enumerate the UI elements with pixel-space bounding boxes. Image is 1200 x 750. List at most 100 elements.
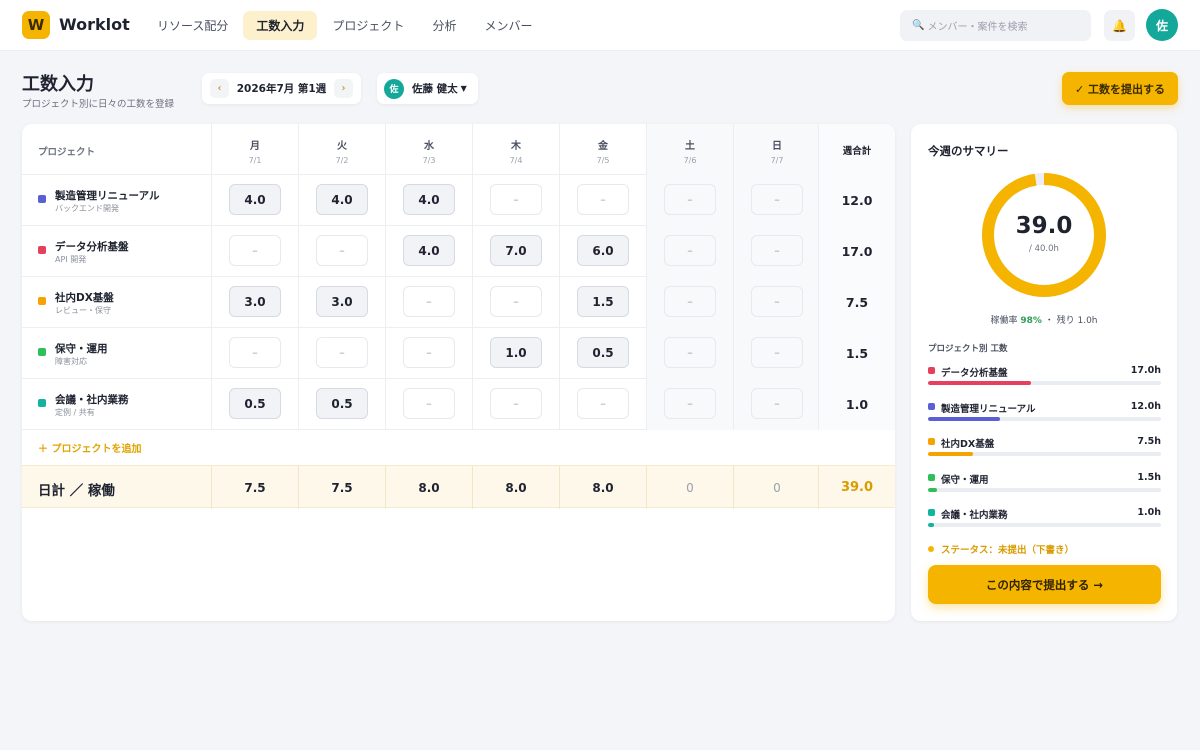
hours-cell: 0.5 [298, 379, 385, 430]
remaining-hours: ・ 残り 1.0h [1041, 316, 1098, 326]
hours-cell: – [646, 277, 733, 328]
project-hours-bar [928, 416, 1161, 421]
nav-item-members[interactable]: メンバー [471, 11, 545, 40]
hours-input[interactable]: 4.0 [403, 184, 455, 215]
day-date: 7/3 [422, 156, 436, 165]
hours-input[interactable]: 0.5 [316, 388, 368, 419]
hours-cell: – [733, 328, 820, 379]
daily-total-row: 日計 ／ 稼働 7.5 7.5 8.0 8.0 8.0 0 0 39.0 [22, 465, 895, 509]
nav-item-analytics[interactable]: 分析 [419, 11, 469, 40]
user-name: 佐藤 健太 [412, 83, 458, 95]
submit-hours-button[interactable]: ✓ 工数を提出する [1062, 72, 1178, 105]
hours-input[interactable]: – [664, 388, 716, 419]
day-date: 7/5 [596, 156, 610, 165]
daily-total-cell: 0 [733, 466, 820, 509]
project-color-dot [928, 473, 935, 481]
total-hours-value: 39.0 [1015, 213, 1073, 239]
hours-input[interactable]: 3.0 [316, 286, 368, 317]
hours-cell: 7.0 [472, 226, 559, 277]
day-header: 日 7/7 [733, 124, 820, 175]
hours-input[interactable]: – [664, 286, 716, 317]
hours-input[interactable]: – [403, 286, 455, 317]
nav-item-resource[interactable]: リソース配分 [144, 11, 241, 40]
project-hours-bar-fill [928, 381, 1031, 385]
project-task: API 開発 [55, 255, 87, 264]
hours-input[interactable]: 4.0 [229, 184, 281, 215]
prev-week-button[interactable]: ‹ [210, 79, 229, 98]
week-label: 2026年7月 第1週 [236, 83, 327, 95]
hours-input[interactable]: – [403, 337, 455, 368]
main-nav: リソース配分 工数入力 プロジェクト 分析 メンバー [144, 11, 545, 40]
submit-content-button[interactable]: この内容で提出する → [928, 565, 1161, 604]
bell-icon[interactable]: 🔔 [1104, 10, 1135, 41]
search-input[interactable]: 🔍 メンバー・案件を検索 [900, 10, 1091, 41]
project-task: バックエンド開発 [55, 204, 119, 213]
project-task: レビュー・保守 [55, 306, 111, 315]
hours-input[interactable]: – [316, 337, 368, 368]
top-navbar: W Worklot リソース配分 工数入力 プロジェクト 分析 メンバー 🔍 メ… [0, 0, 1200, 51]
hours-input[interactable]: 4.0 [316, 184, 368, 215]
nav-item-projects[interactable]: プロジェクト [319, 11, 417, 40]
hours-cell: – [385, 328, 472, 379]
hours-input[interactable]: – [751, 184, 803, 215]
table-row: 会議・社内業務 定例 / 共有 0.5 0.5– – – – –1.0 [22, 379, 895, 430]
project-color-dot [38, 348, 46, 356]
status-dot-icon [928, 546, 934, 552]
hours-input[interactable]: – [577, 184, 629, 215]
project-name[interactable]: 保守・運用 [55, 341, 108, 356]
hours-input[interactable]: – [664, 235, 716, 266]
project-name[interactable]: 会議・社内業務 [55, 392, 129, 407]
hours-input[interactable]: – [403, 388, 455, 419]
day-date: 7/7 [770, 156, 784, 165]
project-color-dot [928, 402, 935, 410]
hours-input[interactable]: 1.5 [577, 286, 629, 317]
project-name[interactable]: 社内DX基盤 [55, 290, 114, 305]
row-weekly-total: 17.0 [818, 226, 895, 277]
hours-input[interactable]: – [490, 286, 542, 317]
hours-input[interactable]: 1.0 [490, 337, 542, 368]
day-name: 日 [772, 141, 782, 152]
summary-title: 今週のサマリー [928, 144, 1009, 158]
hours-input[interactable]: 6.0 [577, 235, 629, 266]
hours-cell: – [559, 175, 646, 226]
hours-input[interactable]: – [577, 388, 629, 419]
page-title: 工数入力 [22, 74, 94, 95]
app-name[interactable]: Worklot [59, 15, 130, 34]
daily-total-cell: 8.0 [385, 466, 472, 509]
next-week-button[interactable]: › [334, 79, 353, 98]
project-name[interactable]: 製造管理リニューアル [55, 188, 159, 203]
by-project-label: プロジェクト別 工数 [928, 344, 1008, 354]
project-summary-hours: 17.0h [1130, 365, 1161, 376]
hours-input[interactable]: 4.0 [403, 235, 455, 266]
app-logo-icon[interactable]: W [22, 11, 50, 39]
chevron-down-icon: ▼ [460, 84, 467, 93]
project-hours-bar [928, 381, 1161, 385]
nav-item-timesheet[interactable]: 工数入力 [243, 11, 318, 40]
hours-input[interactable]: – [229, 235, 281, 266]
add-project-button[interactable]: ＋ プロジェクトを追加 [38, 440, 141, 455]
hours-input[interactable]: – [490, 184, 542, 215]
hours-input[interactable]: – [751, 388, 803, 419]
hours-cell: 0.5 [211, 379, 298, 430]
hours-input[interactable]: – [664, 337, 716, 368]
user-dropdown[interactable]: 佐 佐藤 健太 ▼ [377, 73, 478, 104]
grand-total: 39.0 [818, 466, 895, 509]
project-summary-item: 保守・運用 1.5h [928, 472, 1161, 498]
project-name[interactable]: データ分析基盤 [55, 239, 129, 254]
hours-input[interactable]: 3.0 [229, 286, 281, 317]
hours-input[interactable]: 7.0 [490, 235, 542, 266]
hours-input[interactable]: – [751, 337, 803, 368]
hours-input[interactable]: – [316, 235, 368, 266]
project-hours-bar-fill [928, 416, 1001, 421]
user-avatar[interactable]: 佐 [1146, 9, 1178, 41]
daily-total-cell: 7.5 [298, 466, 385, 509]
hours-cell: – [733, 226, 820, 277]
hours-input[interactable]: – [229, 337, 281, 368]
hours-input[interactable]: 0.5 [577, 337, 629, 368]
hours-input[interactable]: 0.5 [229, 388, 281, 419]
hours-input[interactable]: – [751, 286, 803, 317]
project-hours-bar-fill [928, 452, 974, 456]
hours-input[interactable]: – [751, 235, 803, 266]
hours-input[interactable]: – [490, 388, 542, 419]
hours-input[interactable]: – [664, 184, 716, 215]
